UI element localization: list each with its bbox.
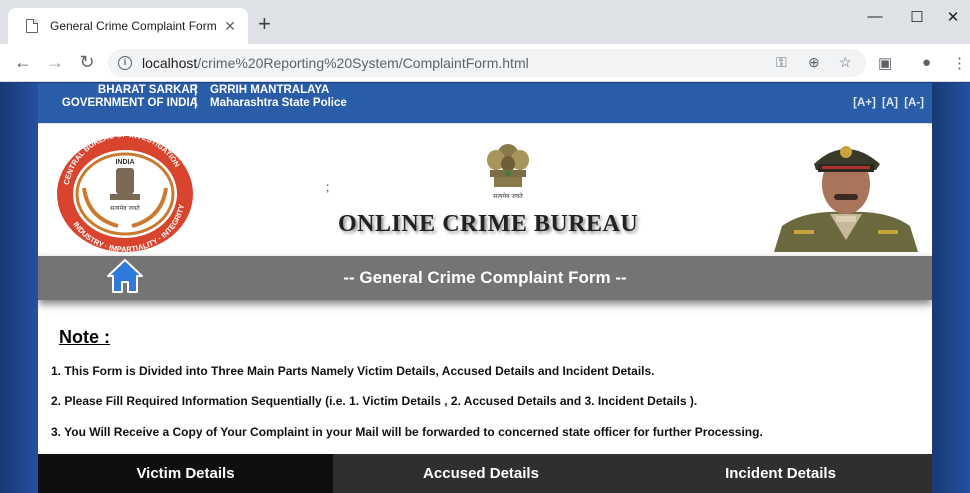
forward-button[interactable]: → <box>44 52 66 72</box>
form-sections-tabs: Victim Details Accused Details Incident … <box>38 454 932 493</box>
font-increase-link[interactable]: [A+] <box>853 97 876 109</box>
header-separator: | | <box>194 84 198 109</box>
header-right-line1: GRRIH MANTRALAYA <box>210 84 330 96</box>
new-tab-button[interactable]: + <box>258 13 271 35</box>
extension-icon[interactable]: ▣ <box>878 54 892 72</box>
zoom-icon[interactable]: ⊕ <box>808 54 820 71</box>
bookmark-star-icon[interactable]: ☆ <box>839 54 852 71</box>
document-icon <box>26 19 38 33</box>
form-title: -- General Crime Complaint Form -- <box>343 268 627 287</box>
officer-portrait <box>774 130 918 252</box>
note-item-1: 1. This Form is Divided into Three Main … <box>51 364 655 378</box>
key-icon[interactable]: ⚿ <box>776 54 787 71</box>
tab-close-icon[interactable]: ✕ <box>222 18 238 35</box>
form-title-bar: -- General Crime Complaint Form -- <box>38 256 932 300</box>
cbi-logo-india: INDIA <box>115 159 134 166</box>
header-right-line2: Maharashtra State Police <box>210 97 347 109</box>
menu-icon[interactable]: ⋮ <box>952 54 967 72</box>
tab-victim-details[interactable]: Victim Details <box>38 454 333 493</box>
font-decrease-link[interactable]: [A-] <box>904 97 924 109</box>
header-right: GRRIH MANTRALAYA Maharashtra State Polic… <box>210 84 347 110</box>
web-page: BHARAT SARKAR GOVERNMENT OF INDIA | | GRR… <box>38 83 932 493</box>
info-icon[interactable]: i <box>118 56 132 70</box>
font-normal-link[interactable]: [A] <box>882 97 898 109</box>
header-left-line2: GOVERNMENT OF INDIA <box>61 97 198 109</box>
font-size-controls: [A+] [A] [A-] <box>850 97 924 109</box>
header-left: BHARAT SARKAR GOVERNMENT OF INDIA <box>48 84 198 110</box>
page-background-right <box>932 83 970 493</box>
government-header: BHARAT SARKAR GOVERNMENT OF INDIA | | GRR… <box>38 83 932 123</box>
reload-button[interactable]: ↻ <box>76 52 98 72</box>
url-host: localhost <box>142 55 198 71</box>
note-item-2: 2. Please Fill Required Information Sequ… <box>51 394 698 408</box>
tab-title: General Crime Complaint Form <box>50 19 217 33</box>
note-item-3: 3. You Will Receive a Copy of Your Compl… <box>51 425 763 439</box>
site-banner: CENTRAL BUREAU OF INVESTIGATION INDUSTRY… <box>38 123 932 256</box>
note-heading: Note : <box>59 327 110 347</box>
minimize-button[interactable]: — <box>852 8 898 25</box>
cbi-logo: CENTRAL BUREAU OF INVESTIGATION INDUSTRY… <box>57 130 193 254</box>
national-emblem: सत्यमेव जयते <box>487 144 529 200</box>
stray-semicolon: ; <box>326 180 330 194</box>
tab-incident-details[interactable]: Incident Details <box>629 454 932 493</box>
profile-icon[interactable]: ● <box>922 54 931 71</box>
tab-accused-details[interactable]: Accused Details <box>333 454 629 493</box>
browser-tab[interactable]: General Crime Complaint Form ✕ <box>8 8 248 44</box>
close-window-button[interactable]: ✕ <box>930 8 970 26</box>
back-button[interactable]: ← <box>12 52 34 72</box>
cbi-logo-motto: सत्यमेव जयते <box>110 204 140 212</box>
browser-tab-bar: General Crime Complaint Form ✕ + — ☐ ✕ <box>0 0 970 44</box>
header-left-line1: BHARAT SARKAR <box>97 84 198 96</box>
url-path: /crime%20Reporting%20System/ComplaintFor… <box>197 55 529 71</box>
emblem-motto: सत्यमेव जयते <box>493 192 523 200</box>
browser-toolbar: ← → ↻ i localhost/crime%20Reporting%20Sy… <box>0 44 970 82</box>
address-bar[interactable]: i localhost/crime%20Reporting%20System/C… <box>108 49 866 77</box>
page-background-left <box>0 83 38 493</box>
site-title: ONLINE CRIME BUREAU <box>338 211 639 237</box>
